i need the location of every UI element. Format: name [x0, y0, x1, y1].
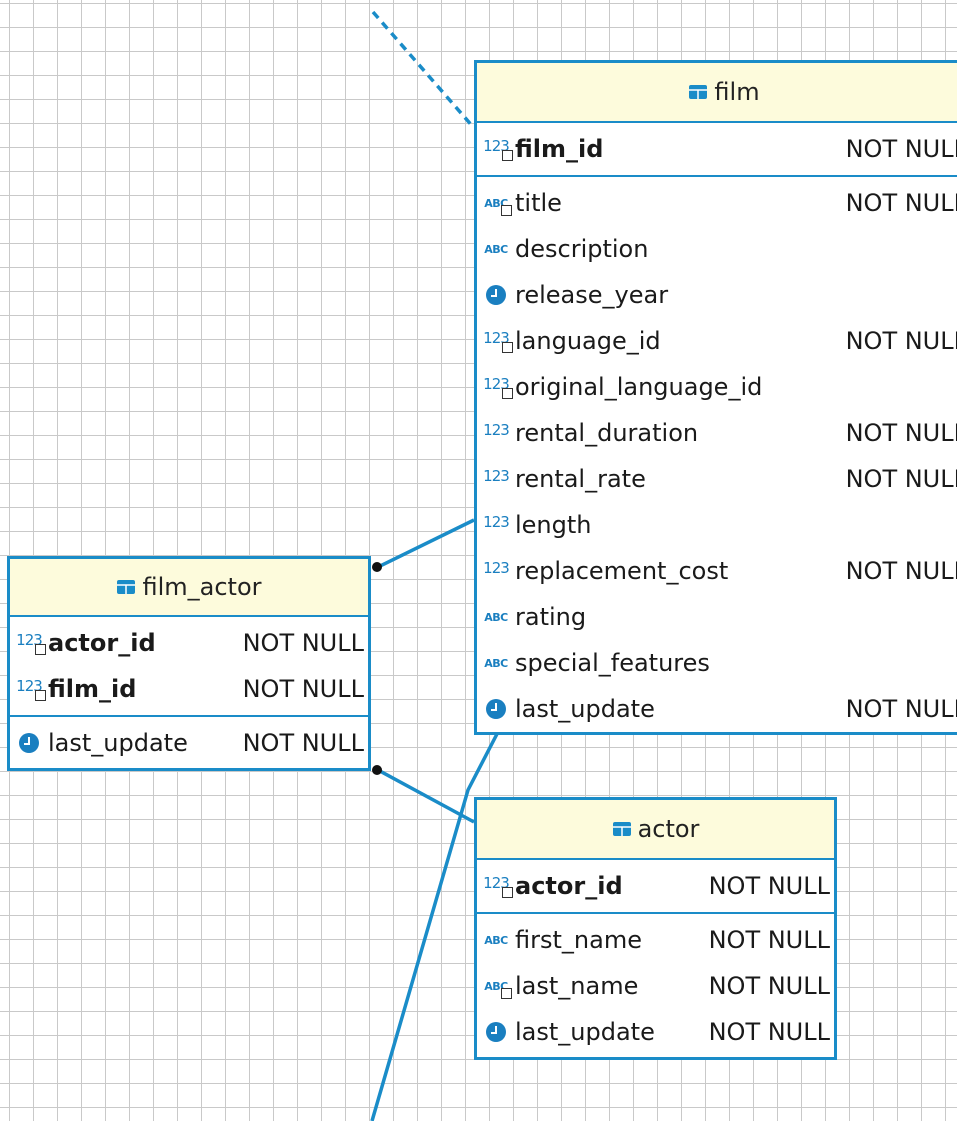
relationship-endpoint-dot: [372, 765, 382, 775]
column-constraint: NOT NULL: [845, 189, 957, 217]
numeric-key-icon: 123: [481, 874, 513, 898]
entity-header: film_actor: [10, 559, 368, 617]
primary-key-section: 123 actor_id NOT NULL: [477, 860, 834, 914]
column-row[interactable]: 123 rental_duration NOT NULL: [477, 410, 957, 456]
columns-section: last_update NOT NULL: [10, 717, 368, 769]
text-icon: ABC: [484, 242, 508, 256]
entity-title: film_actor: [142, 573, 262, 601]
column-name: special_features: [515, 649, 710, 677]
column-row[interactable]: last_update NOT NULL: [477, 686, 957, 732]
columns-section: ABC first_name NOT NULL ABC last_name NOT NUL…: [477, 914, 834, 1058]
column-constraint: NOT NULL: [242, 629, 364, 657]
column-name: film_id: [48, 675, 137, 703]
column-row[interactable]: 123 rental_rate NOT NULL: [477, 456, 957, 502]
numeric-index-icon: 123: [481, 329, 513, 353]
column-name: release_year: [515, 281, 669, 309]
column-row[interactable]: ABC description: [477, 226, 957, 272]
column-row[interactable]: 123 actor_id NOT NULL: [10, 620, 368, 666]
column-row[interactable]: 123 film_id NOT NULL: [477, 126, 957, 172]
clock-icon: [14, 733, 44, 753]
text-icon: ABC: [484, 610, 508, 624]
column-row[interactable]: 123 length: [477, 502, 957, 548]
column-constraint: NOT NULL: [845, 557, 957, 585]
numeric-icon: 123: [483, 559, 510, 577]
column-name: length: [515, 511, 592, 539]
column-name: replacement_cost: [515, 557, 729, 585]
relationship-endpoint-dot: [372, 562, 382, 572]
columns-section: ABC title NOT NULL ABC description release_ye…: [477, 177, 957, 735]
column-row[interactable]: 123 actor_id NOT NULL: [477, 863, 834, 909]
column-constraint: NOT NULL: [708, 972, 830, 1000]
column-constraint: NOT NULL: [845, 695, 957, 723]
entity-header: film: [477, 63, 957, 123]
numeric-key-icon: 123: [14, 631, 46, 655]
column-name: language_id: [515, 327, 661, 355]
column-constraint: NOT NULL: [242, 729, 364, 757]
column-constraint: NOT NULL: [845, 327, 957, 355]
entity-film-actor[interactable]: film_actor 123 actor_id NOT NULL 123 film_id…: [7, 556, 371, 771]
clock-icon: [481, 699, 511, 719]
column-row[interactable]: last_update NOT NULL: [10, 720, 368, 766]
column-row[interactable]: ABC rating: [477, 594, 957, 640]
column-row[interactable]: last_update NOT NULL: [477, 1009, 834, 1055]
column-row[interactable]: 123 original_language_id: [477, 364, 957, 410]
column-row[interactable]: ABC special_features: [477, 640, 957, 686]
entity-header: actor: [477, 800, 834, 860]
column-name: description: [515, 235, 649, 263]
primary-key-section: 123 film_id NOT NULL: [477, 123, 957, 177]
column-name: last_name: [515, 972, 639, 1000]
column-constraint: NOT NULL: [242, 675, 364, 703]
table-icon: [688, 78, 708, 106]
dashed-relationship-line: [371, 10, 476, 130]
text-index-icon: ABC: [481, 980, 512, 999]
column-row[interactable]: ABC first_name NOT NULL: [477, 917, 834, 963]
clock-icon: [481, 1022, 511, 1042]
clock-icon: [481, 285, 511, 305]
column-constraint: NOT NULL: [708, 872, 830, 900]
column-name: actor_id: [515, 872, 623, 900]
column-name: original_language_id: [515, 373, 763, 401]
column-row[interactable]: 123 language_id NOT NULL: [477, 318, 957, 364]
column-name: last_update: [515, 695, 655, 723]
column-row[interactable]: 123 replacement_cost NOT NULL: [477, 548, 957, 594]
table-icon: [612, 815, 632, 843]
column-row[interactable]: release_year: [477, 272, 957, 318]
table-icon: [116, 573, 136, 601]
column-name: first_name: [515, 926, 642, 954]
entity-title: film: [714, 78, 760, 106]
numeric-icon: 123: [483, 421, 510, 439]
column-constraint: NOT NULL: [708, 926, 830, 954]
text-index-icon: ABC: [481, 197, 512, 216]
column-name: rental_rate: [515, 465, 646, 493]
primary-key-section: 123 actor_id NOT NULL 123 film_id NOT NULL: [10, 617, 368, 717]
column-row[interactable]: 123 film_id NOT NULL: [10, 666, 368, 712]
column-name: last_update: [48, 729, 188, 757]
column-constraint: NOT NULL: [708, 1018, 830, 1046]
column-row[interactable]: ABC last_name NOT NULL: [477, 963, 834, 1009]
film-actor-to-film-line: [377, 518, 475, 569]
column-name: rental_duration: [515, 419, 699, 447]
column-constraint: NOT NULL: [845, 419, 957, 447]
column-row[interactable]: ABC title NOT NULL: [477, 180, 957, 226]
numeric-key-icon: 123: [14, 677, 46, 701]
entity-title: actor: [637, 815, 700, 843]
column-name: title: [515, 189, 562, 217]
column-constraint: NOT NULL: [845, 135, 957, 163]
numeric-index-icon: 123: [481, 375, 513, 399]
numeric-key-icon: 123: [481, 137, 513, 161]
column-name: actor_id: [48, 629, 156, 657]
column-name: last_update: [515, 1018, 655, 1046]
column-name: rating: [515, 603, 587, 631]
numeric-icon: 123: [483, 467, 510, 485]
numeric-icon: 123: [483, 513, 510, 531]
text-icon: ABC: [484, 933, 508, 947]
entity-actor[interactable]: actor 123 actor_id NOT NULL ABC first_name NO…: [474, 797, 837, 1060]
text-icon: ABC: [484, 656, 508, 670]
entity-film[interactable]: film 123 film_id NOT NULL ABC title NOT NULL A…: [474, 60, 957, 735]
column-name: film_id: [515, 135, 604, 163]
column-constraint: NOT NULL: [845, 465, 957, 493]
